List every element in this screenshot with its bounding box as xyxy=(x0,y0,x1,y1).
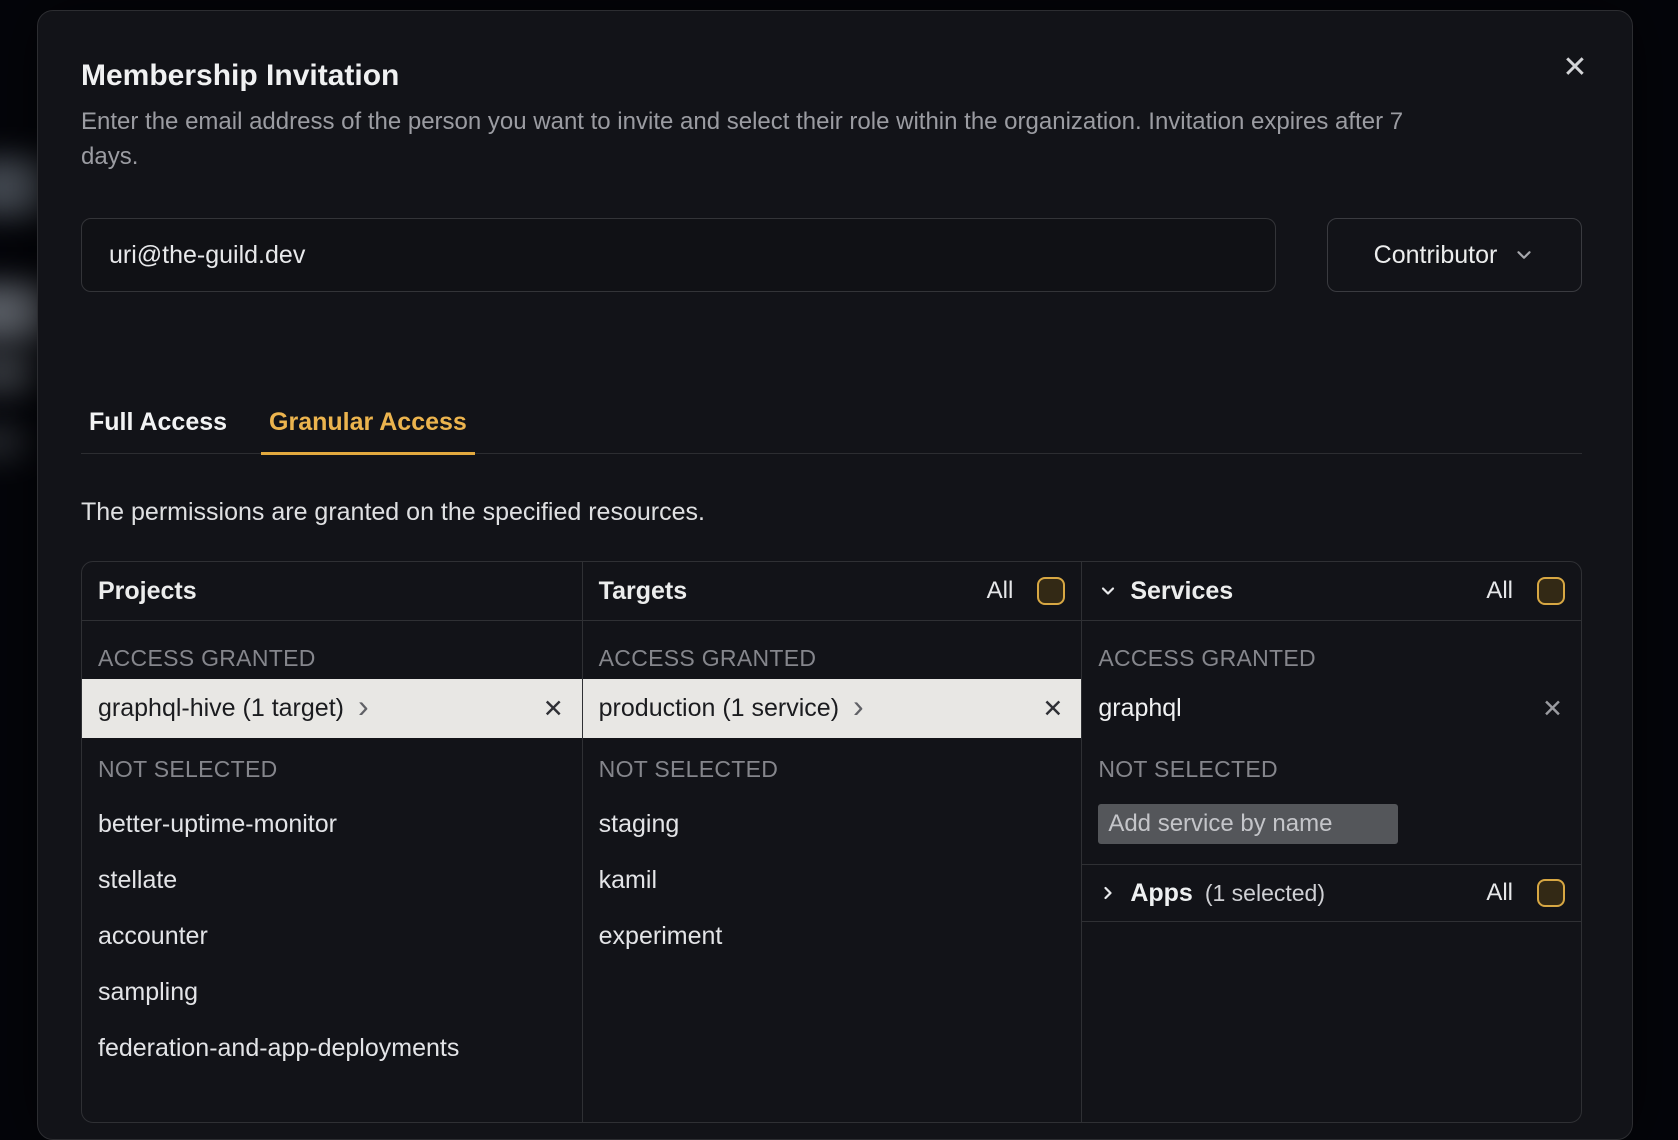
project-item[interactable]: accounter xyxy=(82,908,582,964)
targets-column: Targets All ACCESS GRANTED production (1… xyxy=(582,562,1082,1122)
targets-all-checkbox[interactable] xyxy=(1037,577,1065,605)
access-granted-label: ACCESS GRANTED xyxy=(599,637,1066,679)
apps-all-label: All xyxy=(1486,879,1513,907)
close-icon: ✕ xyxy=(1562,53,1587,83)
not-selected-label: NOT SELECTED xyxy=(98,748,566,790)
permissions-note: The permissions are granted on the speci… xyxy=(81,498,1582,527)
close-button[interactable]: ✕ xyxy=(1558,51,1592,85)
access-granted-label: ACCESS GRANTED xyxy=(1098,637,1565,679)
services-column-header[interactable]: Services All xyxy=(1082,562,1581,621)
services-all-label: All xyxy=(1486,577,1513,605)
chevron-right-icon: › xyxy=(853,706,864,712)
target-item[interactable]: staging xyxy=(583,796,1082,852)
services-all-checkbox[interactable] xyxy=(1537,577,1565,605)
chevron-down-icon xyxy=(1098,581,1118,601)
target-item[interactable]: experiment xyxy=(583,908,1082,964)
backdrop-blur-blob xyxy=(0,350,36,394)
not-selected-label: NOT SELECTED xyxy=(599,748,1066,790)
chevron-right-icon: › xyxy=(358,706,369,712)
apps-all-checkbox[interactable] xyxy=(1537,879,1565,907)
services-header-label: Services xyxy=(1130,577,1233,606)
page-backdrop: { "modal": { "title": "Membership Invita… xyxy=(0,0,1678,1076)
role-select[interactable]: Contributor xyxy=(1327,218,1582,292)
email-input[interactable] xyxy=(81,218,1276,292)
backdrop-blur-blob xyxy=(0,425,28,459)
apps-count: (1 selected) xyxy=(1205,880,1325,907)
remove-project-button[interactable]: ✕ xyxy=(543,694,564,724)
apps-label: Apps xyxy=(1130,879,1193,908)
modal-description-line2: days. xyxy=(81,139,1582,174)
resources-table: Projects ACCESS GRANTED graphql-hive (1 … xyxy=(81,561,1582,1123)
add-service-input[interactable] xyxy=(1098,804,1398,844)
access-granted-label: ACCESS GRANTED xyxy=(98,637,566,679)
projects-column-header: Projects xyxy=(82,562,582,621)
target-item[interactable]: kamil xyxy=(583,852,1082,908)
granted-service-row[interactable]: graphql ✕ xyxy=(1082,679,1581,738)
remove-target-button[interactable]: ✕ xyxy=(1042,694,1063,724)
project-item[interactable]: sampling xyxy=(82,964,582,1020)
granted-target-row[interactable]: production (1 service) › ✕ xyxy=(583,679,1082,738)
granted-project-label: graphql-hive (1 target) xyxy=(98,694,344,723)
projects-list: better-uptime-monitor stellate accounter… xyxy=(82,796,582,1076)
chevron-down-icon xyxy=(1513,244,1535,266)
remove-service-button[interactable]: ✕ xyxy=(1542,694,1563,724)
project-item[interactable]: stellate xyxy=(82,852,582,908)
project-item[interactable]: federation-and-app-deployments xyxy=(82,1020,582,1076)
granted-service-label: graphql xyxy=(1098,694,1181,723)
targets-list: staging kamil experiment xyxy=(583,796,1082,964)
not-selected-label: NOT SELECTED xyxy=(1098,748,1565,790)
tab-granular-access[interactable]: Granular Access xyxy=(261,408,475,455)
project-item[interactable]: better-uptime-monitor xyxy=(82,796,582,852)
modal-title: Membership Invitation xyxy=(81,59,1582,93)
membership-invitation-modal: ✕ Membership Invitation Enter the email … xyxy=(37,10,1633,1140)
tab-full-access[interactable]: Full Access xyxy=(81,408,235,453)
apps-toggle-row[interactable]: Apps (1 selected) All xyxy=(1082,865,1581,922)
modal-description: Enter the email address of the person yo… xyxy=(81,104,1582,174)
services-column: Services All ACCESS GRANTED graphql ✕ NO… xyxy=(1081,562,1581,1122)
modal-description-line1: Enter the email address of the person yo… xyxy=(81,104,1582,139)
targets-header-label: Targets xyxy=(599,577,687,606)
targets-column-header: Targets All xyxy=(583,562,1082,621)
granted-target-label: production (1 service) xyxy=(599,694,839,723)
targets-all-label: All xyxy=(987,577,1014,605)
projects-header-label: Projects xyxy=(98,577,197,606)
projects-column: Projects ACCESS GRANTED graphql-hive (1 … xyxy=(82,562,582,1122)
chevron-right-icon xyxy=(1098,883,1118,903)
role-select-value: Contributor xyxy=(1374,241,1498,270)
access-tabs: Full Access Granular Access xyxy=(81,408,1582,454)
granted-project-row[interactable]: graphql-hive (1 target) › ✕ xyxy=(82,679,582,738)
invite-form-row: Contributor xyxy=(81,218,1582,292)
